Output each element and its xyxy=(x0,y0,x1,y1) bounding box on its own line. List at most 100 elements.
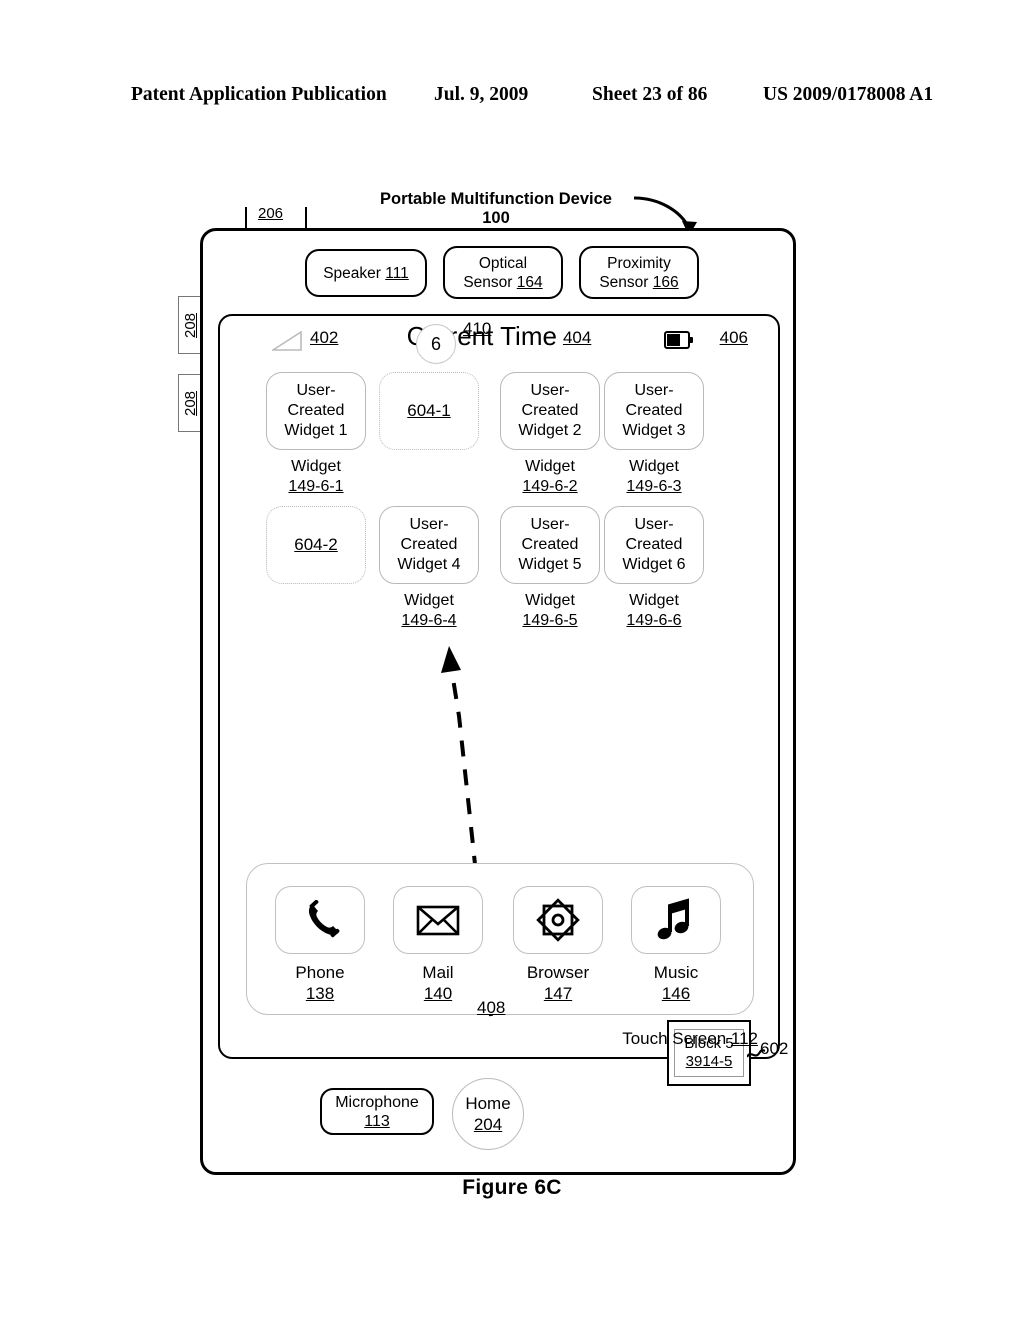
widget-cell: 604-1 xyxy=(377,372,481,450)
widget-line3: Widget 4 xyxy=(397,556,461,573)
microphone-ref: 113 xyxy=(364,1112,390,1130)
battery-icon xyxy=(664,331,693,349)
widget-caption: Widget 149-6-6 xyxy=(602,591,706,631)
proximity-sensor-component: Proximity Sensor 166 xyxy=(579,246,699,299)
proximity-sensor-line1: Proximity xyxy=(607,254,671,272)
empty-slot-ref: 604-2 xyxy=(294,535,338,554)
widget-caption: Widget 149-6-5 xyxy=(498,591,602,631)
widget-cell: User- Created Widget 2 Widget 149-6-2 xyxy=(498,372,602,497)
widget-line2: Created xyxy=(400,536,458,553)
browser-icon-box[interactable] xyxy=(513,886,603,954)
user-created-widget-4[interactable]: User- Created Widget 4 xyxy=(379,506,479,584)
widget-grid: User- Created Widget 1 Widget 149-6-1 60… xyxy=(264,372,742,640)
widget-cell: User- Created Widget 4 Widget 149-6-4 xyxy=(377,506,481,631)
touch-screen-label-text: Touch Screen xyxy=(622,1029,731,1048)
device-title: Portable Multifunction Device 100 xyxy=(326,190,666,228)
widget-line1: User- xyxy=(409,516,449,533)
dock-item-phone[interactable]: Phone 138 xyxy=(267,886,373,1004)
publication-header: Patent Application Publication Jul. 9, 2… xyxy=(0,84,1024,114)
widget-line2: Created xyxy=(287,402,345,419)
touch-screen[interactable]: 402 Current Time 404 406 User- Created Wi… xyxy=(218,314,788,1086)
dock-label-ref: 140 xyxy=(423,984,453,1003)
device-body: Speaker 111 Optical Sensor 164 Proximity… xyxy=(200,228,796,1175)
widget-caption: Widget 149-6-2 xyxy=(498,457,602,497)
slot-tick-right xyxy=(305,207,307,230)
optical-sensor-ref: 164 xyxy=(516,273,543,291)
current-time-ref: 404 xyxy=(562,328,592,347)
widget-caption-line1: Widget xyxy=(525,458,575,475)
widget-line3: Widget 2 xyxy=(518,422,582,439)
sheet-number: Sheet 23 of 86 xyxy=(592,84,708,105)
optical-sensor-component: Optical Sensor 164 xyxy=(443,246,563,299)
current-time: Current Time 404 xyxy=(220,321,778,352)
patent-number: US 2009/0178008 A1 xyxy=(763,84,934,105)
widget-cell: 604-2 xyxy=(264,506,368,584)
dock-label-text: Browser xyxy=(526,963,590,982)
dock-item-browser[interactable]: Browser 147 xyxy=(505,886,611,1004)
user-created-widget-5[interactable]: User- Created Widget 5 xyxy=(500,506,600,584)
envelope-icon xyxy=(416,905,460,936)
optical-sensor-line2: Sensor 164 xyxy=(463,273,543,291)
optical-sensor-line1: Optical xyxy=(478,254,528,272)
widget-cell: User- Created Widget 1 Widget 149-6-1 xyxy=(264,372,368,497)
empty-widget-slot-604-1[interactable]: 604-1 xyxy=(379,372,479,450)
proximity-sensor-ref: 166 xyxy=(652,273,679,291)
dock-label-text: Music xyxy=(653,963,699,982)
widget-caption: Widget 149-6-1 xyxy=(264,457,368,497)
widget-caption-ref: 149-6-4 xyxy=(401,612,457,629)
widget-caption-line1: Widget xyxy=(629,592,679,609)
dock-label-ref: 147 xyxy=(543,984,573,1003)
dock-ref: 408 xyxy=(477,998,506,1017)
slot-tick-left xyxy=(245,207,247,230)
device-title-line2: 100 xyxy=(482,209,510,227)
widget-caption-line1: Widget xyxy=(291,458,341,475)
widget-caption-line1: Widget xyxy=(404,592,454,609)
dock-label-text: Phone xyxy=(295,963,345,982)
widget-caption-line1: Widget xyxy=(525,592,575,609)
speaker-component-text: Speaker 111 xyxy=(323,264,409,282)
dock-label-ref: 146 xyxy=(661,984,691,1003)
side-button-2-ref: 208 xyxy=(182,390,200,416)
speaker-slot-ref: 206 xyxy=(258,205,284,222)
empty-slot-ref: 604-1 xyxy=(407,401,451,420)
widget-row: 604-2 User- Created Widget 4 Widget 149-… xyxy=(264,506,742,640)
widget-line1: User- xyxy=(530,382,570,399)
widget-line3: Widget 6 xyxy=(622,556,686,573)
music-icon-box[interactable] xyxy=(631,886,721,954)
home-button[interactable]: Home 204 xyxy=(452,1078,524,1150)
touch-screen-ref: 112 xyxy=(730,1029,758,1048)
dock-label-phone: Phone 138 xyxy=(267,962,373,1004)
widget-caption: Widget 149-6-4 xyxy=(377,591,481,631)
publication-type: Patent Application Publication xyxy=(131,84,387,105)
widget-line3: Widget 3 xyxy=(622,422,686,439)
empty-widget-slot-604-2[interactable]: 604-2 xyxy=(266,506,366,584)
dock-label-browser: Browser 147 xyxy=(505,962,611,1004)
dock-label-music: Music 146 xyxy=(623,962,729,1004)
user-created-widget-2[interactable]: User- Created Widget 2 xyxy=(500,372,600,450)
widget-line1: User- xyxy=(634,382,674,399)
device-title-line1: Portable Multifunction Device xyxy=(380,190,612,208)
dock-label-text: Mail xyxy=(422,963,454,982)
widget-caption-ref: 149-6-6 xyxy=(626,612,682,629)
widget-caption: Widget 149-6-3 xyxy=(602,457,706,497)
widget-caption-ref: 149-6-5 xyxy=(522,612,578,629)
badge-ref: 410 xyxy=(463,319,492,338)
user-created-widget-1[interactable]: User- Created Widget 1 xyxy=(266,372,366,450)
widget-line1: User- xyxy=(634,516,674,533)
publication-date: Jul. 9, 2009 xyxy=(434,84,529,105)
widget-cell: User- Created Widget 6 Widget 149-6-6 xyxy=(602,506,706,631)
block-callout-ref: 602 xyxy=(760,1039,789,1058)
phone-icon-box[interactable] xyxy=(275,886,365,954)
user-created-widget-6[interactable]: User- Created Widget 6 xyxy=(604,506,704,584)
dock-label-ref: 138 xyxy=(305,984,335,1003)
dock-item-mail[interactable]: Mail 140 xyxy=(385,886,491,1004)
dock-item-music[interactable]: Music 146 xyxy=(623,886,729,1004)
home-button-label: Home xyxy=(465,1094,511,1113)
user-created-widget-3[interactable]: User- Created Widget 3 xyxy=(604,372,704,450)
widget-line1: User- xyxy=(296,382,336,399)
speaker-component: Speaker 111 xyxy=(305,249,427,297)
widget-caption-line1: Widget xyxy=(629,458,679,475)
mail-icon-box[interactable] xyxy=(393,886,483,954)
touch-screen-label: Touch Screen 112 xyxy=(622,1029,758,1049)
widget-line2: Created xyxy=(625,536,683,553)
